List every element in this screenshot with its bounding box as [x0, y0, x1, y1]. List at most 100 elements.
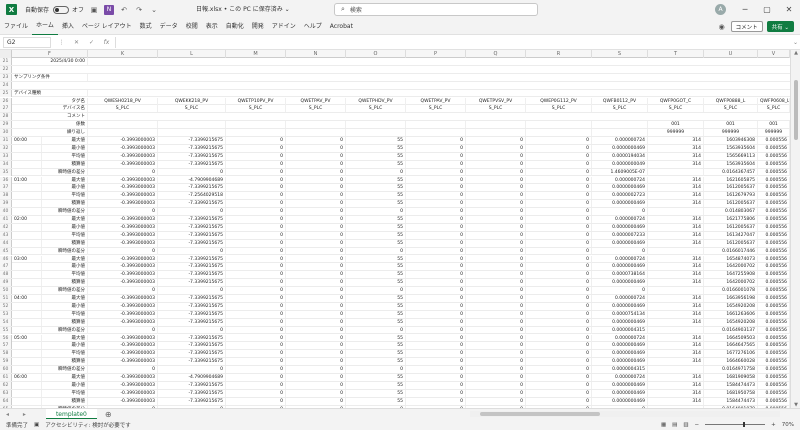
cell[interactable]: 0.000556: [758, 263, 790, 271]
cell[interactable]: 0: [406, 231, 466, 239]
cell[interactable]: 0: [526, 310, 592, 318]
cell[interactable]: 0: [88, 366, 158, 374]
cell[interactable]: [592, 129, 648, 137]
cell[interactable]: 0: [406, 160, 466, 168]
cell[interactable]: 1563935604: [704, 160, 758, 168]
normal-view-icon[interactable]: ▦: [661, 422, 666, 428]
cell[interactable]: 0: [466, 168, 526, 176]
cell[interactable]: -7.3399215675: [158, 295, 226, 302]
cell[interactable]: 0.0000007233: [592, 231, 648, 239]
cell[interactable]: コメント: [12, 113, 88, 121]
cell[interactable]: 1654920208: [704, 318, 758, 326]
row-number[interactable]: 52: [0, 302, 12, 310]
zoom-in-icon[interactable]: +: [771, 422, 776, 428]
row-number[interactable]: 49: [0, 279, 12, 287]
stat-label[interactable]: 最大値: [42, 176, 88, 184]
cell[interactable]: S_PLC: [88, 105, 158, 113]
cell[interactable]: 314: [648, 192, 704, 200]
cell[interactable]: 1654920208: [704, 302, 758, 310]
row-number[interactable]: 51: [0, 295, 12, 302]
cell[interactable]: S_PLC: [758, 105, 790, 113]
cell[interactable]: 0: [88, 287, 158, 295]
cell[interactable]: 0: [526, 231, 592, 239]
time-label[interactable]: [12, 263, 42, 271]
cell[interactable]: 0: [466, 263, 526, 271]
cell[interactable]: 0: [286, 271, 346, 279]
cell[interactable]: 0: [158, 326, 226, 334]
cell[interactable]: 314: [648, 381, 704, 389]
cell[interactable]: 0: [158, 287, 226, 295]
cell[interactable]: 0: [526, 239, 592, 247]
cell[interactable]: 0: [526, 326, 592, 334]
cell[interactable]: 0.000556: [758, 397, 790, 405]
cell[interactable]: 0: [406, 176, 466, 184]
cell[interactable]: 0: [226, 271, 286, 279]
cell[interactable]: 0.000556: [758, 160, 790, 168]
cell[interactable]: 1642000702: [704, 263, 758, 271]
autosave-toggle[interactable]: [53, 5, 70, 14]
cell[interactable]: 0.000556: [758, 326, 790, 334]
ribbon-tab[interactable]: 開発: [248, 19, 268, 35]
time-label[interactable]: [12, 192, 42, 200]
stat-label[interactable]: 積算値: [42, 239, 88, 247]
cell[interactable]: 55: [346, 295, 406, 302]
time-label[interactable]: [12, 381, 42, 389]
column-header[interactable]: F: [12, 50, 88, 58]
cell[interactable]: [648, 168, 704, 176]
stat-label[interactable]: 積算値: [42, 397, 88, 405]
cell[interactable]: 繰り返し: [12, 129, 88, 137]
cell[interactable]: 314: [648, 216, 704, 223]
cell[interactable]: 0: [526, 160, 592, 168]
cell[interactable]: 0.0000000469: [592, 342, 648, 350]
cell[interactable]: 0: [346, 168, 406, 176]
cell[interactable]: 0: [466, 216, 526, 223]
ribbon-tab[interactable]: ホーム: [32, 18, 58, 36]
cell[interactable]: -0.3993000003: [88, 239, 158, 247]
row-number[interactable]: 46: [0, 255, 12, 263]
cell[interactable]: 314: [648, 263, 704, 271]
cell[interactable]: -0.3993000003: [88, 310, 158, 318]
cell[interactable]: 0: [466, 310, 526, 318]
cell[interactable]: 0: [406, 152, 466, 160]
cell[interactable]: 0: [466, 358, 526, 366]
column-header[interactable]: Q: [466, 50, 526, 58]
cell[interactable]: 0: [226, 310, 286, 318]
zoom-slider[interactable]: [705, 422, 766, 427]
cell[interactable]: 0: [286, 160, 346, 168]
stat-label[interactable]: 最小値: [42, 342, 88, 350]
cell[interactable]: -0.3993000003: [88, 334, 158, 342]
cell[interactable]: 0: [526, 255, 592, 263]
stat-label[interactable]: 最小値: [42, 302, 88, 310]
cell[interactable]: -7.3399215675: [158, 184, 226, 192]
cell[interactable]: 0: [286, 389, 346, 397]
comment-button[interactable]: コメント: [730, 21, 763, 32]
row-number[interactable]: 25: [0, 89, 12, 97]
cell[interactable]: 314: [648, 295, 704, 302]
page-break-icon[interactable]: ▥: [683, 422, 688, 428]
cell[interactable]: -0.3993000003: [88, 192, 158, 200]
hscroll-thumb[interactable]: [480, 412, 600, 416]
cell[interactable]: 0: [526, 200, 592, 208]
cell[interactable]: -4.7909904689: [158, 374, 226, 381]
cell[interactable]: 314: [648, 200, 704, 208]
cell[interactable]: 999999: [704, 129, 758, 137]
cell[interactable]: 999999: [648, 129, 704, 137]
cell[interactable]: -7.3399215675: [158, 334, 226, 342]
zoom-level[interactable]: 70%: [782, 422, 794, 428]
cell[interactable]: 0: [526, 279, 592, 287]
cell[interactable]: 0.000556: [758, 200, 790, 208]
cell[interactable]: -7.3399215675: [158, 318, 226, 326]
cell[interactable]: 1664647565: [704, 342, 758, 350]
cell[interactable]: [226, 121, 286, 129]
cell[interactable]: 0: [88, 168, 158, 176]
cell[interactable]: 0: [88, 208, 158, 216]
cell[interactable]: 0: [226, 168, 286, 176]
cell[interactable]: 314: [648, 279, 704, 287]
row-number[interactable]: 54: [0, 318, 12, 326]
cell[interactable]: 55: [346, 255, 406, 263]
expand-formula-icon[interactable]: ⌄: [791, 39, 800, 46]
cell[interactable]: 0: [226, 318, 286, 326]
save-icon[interactable]: ▣: [89, 5, 99, 15]
time-label[interactable]: [12, 271, 42, 279]
cell[interactable]: 0.000000724: [592, 295, 648, 302]
